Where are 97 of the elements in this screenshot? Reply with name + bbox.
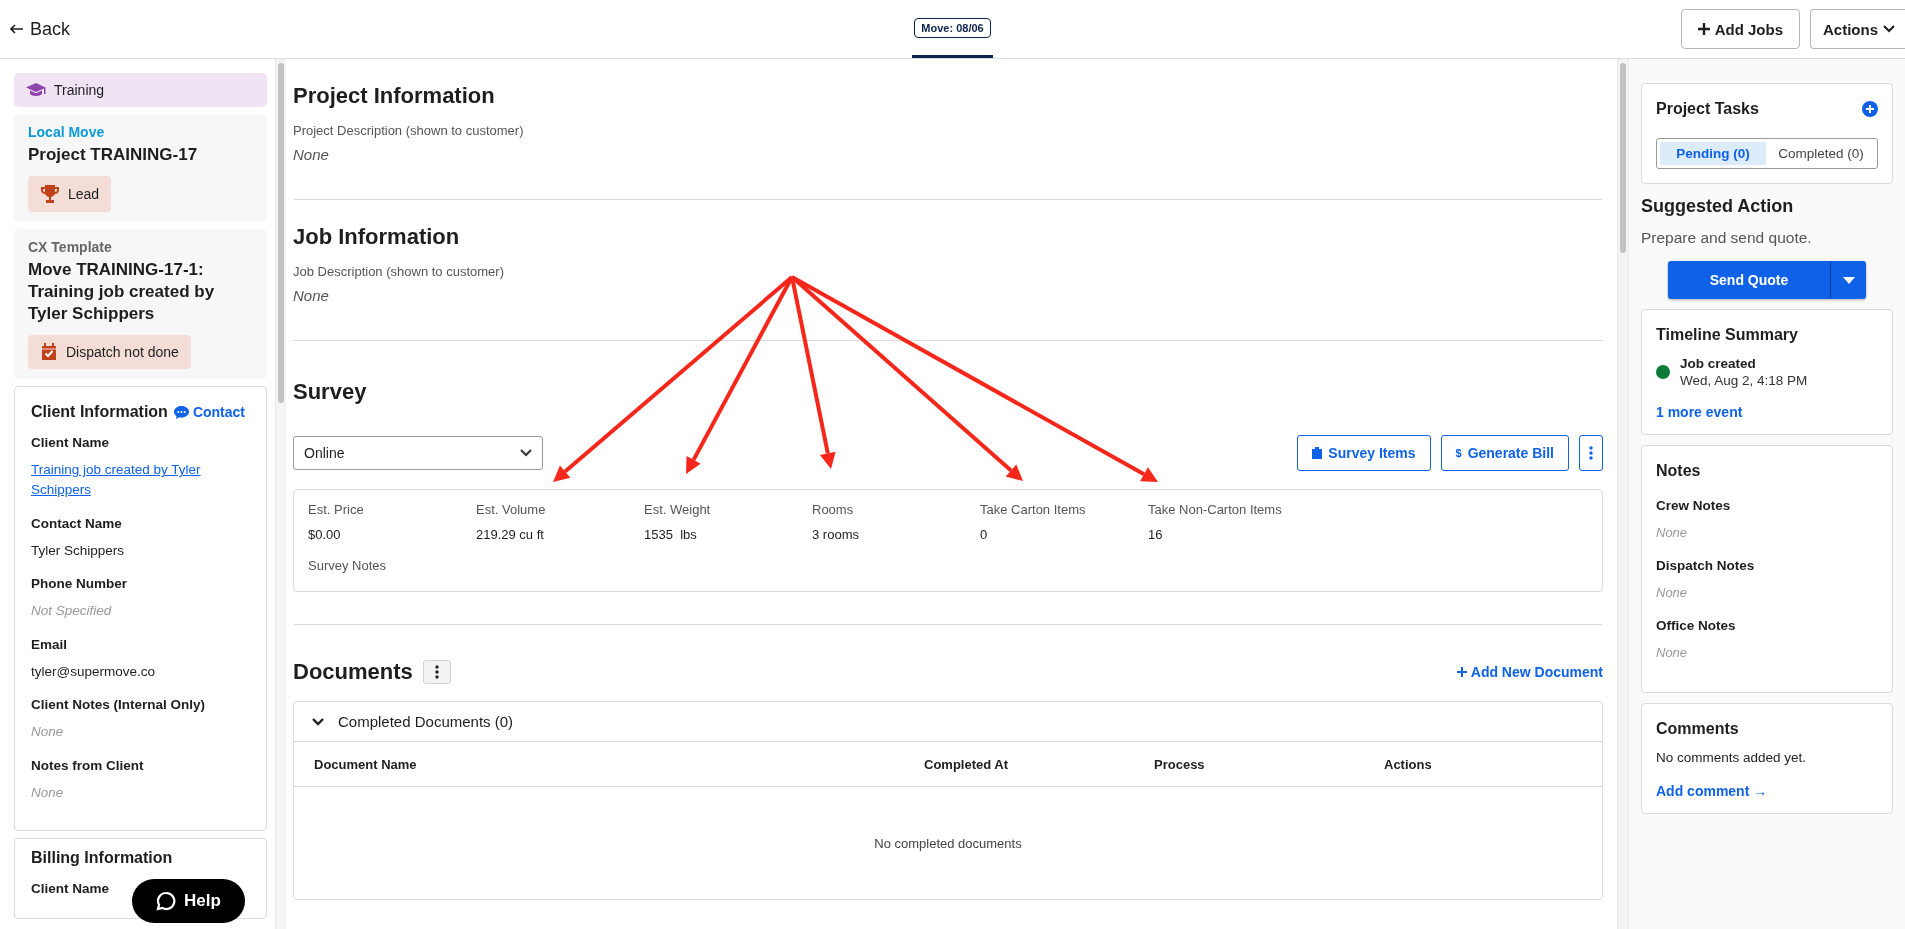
client-name-link[interactable]: Training job created by Tyler Schippers	[31, 460, 250, 500]
field-label: Phone Number	[31, 576, 127, 592]
field-label: Contact Name	[31, 515, 122, 531]
comments-empty-text: No comments added yet.	[1656, 750, 1808, 765]
field-value: None	[31, 783, 65, 802]
note-label: Dispatch Notes	[1656, 558, 1756, 573]
graduation-cap-icon	[26, 83, 46, 97]
stat-value: 1535 lbs	[644, 527, 698, 542]
add-icon[interactable]	[1862, 101, 1878, 117]
stat-label: Est. Weight	[644, 502, 712, 517]
caret-icon	[1842, 276, 1855, 284]
field-label: Client Name	[31, 881, 110, 897]
more-options-button[interactable]	[1579, 435, 1603, 471]
stat-label: Take Carton Items	[980, 502, 1087, 517]
stat-value: 0	[980, 527, 989, 542]
chevron-down-icon	[1883, 25, 1895, 33]
task-filter-tab[interactable]: Completed (0)	[1768, 142, 1874, 165]
calendar-check-icon	[40, 343, 58, 362]
field-value: None	[31, 723, 65, 742]
section-title: Suggested Action	[1641, 196, 1795, 217]
clipboard-icon	[1312, 447, 1323, 459]
description-value: None	[293, 287, 330, 304]
section-title: Survey	[293, 379, 368, 405]
field-label: Client Name	[31, 435, 110, 451]
stat-value: 219.29 cu ft	[476, 527, 545, 542]
more-events-link[interactable]: 1 more event	[1656, 404, 1878, 420]
description-value: None	[293, 146, 330, 163]
column-header: Completed At	[924, 756, 1010, 772]
help-button[interactable]: Help	[132, 879, 245, 923]
field-label: Notes from Client	[31, 757, 144, 773]
chevron-down-icon	[520, 449, 532, 457]
column-header: Document Name	[314, 756, 418, 772]
add-jobs-button[interactable]: Add Jobs	[1680, 9, 1800, 49]
description-label: Project Description (shown to customer)	[293, 123, 525, 138]
chevron-down-icon	[312, 717, 324, 726]
job-title: Move TRAINING-17-1: Training job created by Tyler Schippers	[28, 259, 216, 326]
task-filter-tab[interactable]: Pending (0)	[1660, 142, 1766, 165]
card-title: Comments	[1656, 720, 1740, 738]
project-type: Local Move	[28, 124, 105, 140]
stat-label: Take Non-Carton Items	[1148, 502, 1283, 517]
empty-message: No completed documents	[874, 835, 1022, 851]
stat-label: Est. Volume	[476, 502, 547, 517]
note-label: Office Notes	[1656, 618, 1737, 633]
field-value: Not Specified	[31, 602, 113, 621]
back-button[interactable]: Back	[0, 0, 77, 58]
more-options-icon	[434, 665, 439, 679]
add-document-link[interactable]: Add New Document	[1456, 664, 1603, 680]
field-label: Client Notes (Internal Only)	[31, 697, 206, 713]
add-comment-link[interactable]: Add comment →	[1656, 783, 1878, 799]
training-label: Training	[54, 82, 105, 98]
status-badge: Dispatch not done	[28, 335, 191, 370]
contact-link[interactable]: Contact	[173, 404, 245, 421]
column-header: Actions	[1384, 756, 1433, 772]
date-tab[interactable]: Move: 08/06	[912, 0, 993, 58]
field-value: Tyler Schippers	[31, 541, 126, 560]
plus-icon	[1697, 23, 1710, 35]
status-badge: Lead	[28, 176, 112, 213]
template-label: CX Template	[28, 239, 112, 256]
trophy-icon	[40, 184, 60, 205]
section-title: Project Information	[293, 83, 496, 109]
stat-label: Rooms	[812, 502, 855, 517]
plus-icon	[1456, 667, 1467, 677]
card-title: Notes	[1656, 462, 1702, 480]
note-value: None	[1656, 525, 1689, 540]
generate-bill-button[interactable]: $ Generate Bill	[1440, 435, 1569, 471]
chat-bubble-icon	[173, 405, 189, 419]
column-header: Process	[1154, 756, 1206, 772]
survey-notes-label: Survey Notes	[308, 558, 388, 573]
scrollbar[interactable]	[1617, 59, 1628, 929]
stat-value: 16	[1148, 527, 1164, 542]
note-label: Crew Notes	[1656, 498, 1732, 513]
card-title: Billing Information	[31, 849, 173, 868]
chat-bubble-icon	[156, 891, 176, 911]
description-label: Job Description (shown to customer)	[293, 264, 505, 279]
more-options-icon	[1589, 446, 1593, 460]
left-arrow-icon	[10, 24, 24, 34]
event-time: Wed, Aug 2, 4:18 PM	[1680, 373, 1808, 388]
note-value: None	[1656, 645, 1689, 660]
card-title: Client Information	[31, 403, 168, 422]
scrollbar[interactable]	[275, 59, 286, 929]
project-title: Project TRAINING-17	[28, 144, 198, 166]
event-title: Job created	[1680, 356, 1757, 371]
field-value: tyler@supermove.co	[31, 662, 156, 681]
suggested-action-text: Prepare and send quote.	[1641, 229, 1813, 247]
stat-label: Est. Price	[308, 502, 365, 517]
actions-button[interactable]: Actions	[1810, 9, 1905, 49]
stat-value: 3 rooms	[812, 527, 860, 542]
section-title: Documents	[293, 659, 413, 685]
card-title: Project Tasks	[1656, 100, 1759, 118]
field-label: Email	[31, 636, 68, 652]
card-title: Timeline Summary	[1656, 326, 1799, 344]
stat-value: $0.00	[308, 527, 342, 542]
section-title: Job Information	[293, 224, 461, 250]
survey-method-dropdown[interactable]: Online	[293, 436, 543, 470]
completed-documents-toggle[interactable]: Completed Documents (0)	[294, 702, 1602, 742]
survey-items-button[interactable]: Survey Items	[1297, 435, 1431, 471]
note-value: None	[1656, 585, 1689, 600]
